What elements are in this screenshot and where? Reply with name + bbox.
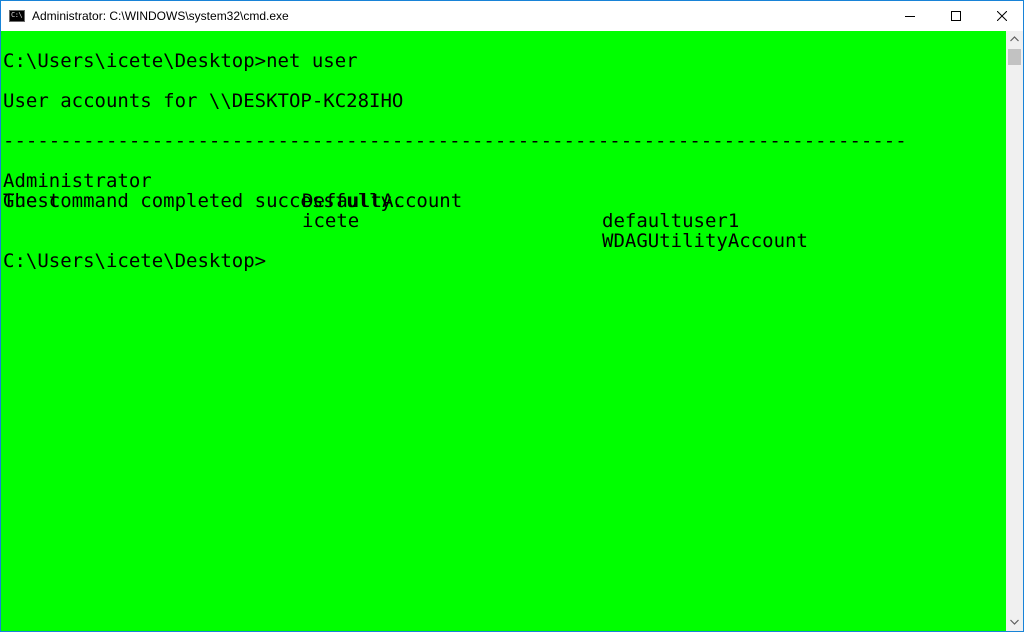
close-button[interactable] <box>979 1 1024 31</box>
command-line: C:\Users\icete\Desktop>net user <box>3 50 358 72</box>
console-output[interactable]: C:\Users\icete\Desktop>net user User acc… <box>1 31 1006 631</box>
maximize-button[interactable] <box>933 1 979 31</box>
title-bar[interactable]: C:\ Administrator: C:\WINDOWS\system32\c… <box>1 1 1023 31</box>
minimize-button[interactable] <box>887 1 933 31</box>
vertical-scrollbar[interactable] <box>1006 31 1023 631</box>
scroll-down-button[interactable] <box>1006 614 1023 631</box>
account-name: icete <box>302 210 360 232</box>
account-name: defaultuser1 <box>602 210 740 232</box>
cmd-icon[interactable]: C:\ <box>9 10 25 22</box>
scroll-up-button[interactable] <box>1006 31 1023 48</box>
current-prompt: C:\Users\icete\Desktop> <box>3 250 267 272</box>
cmd-icon-text: C:\ <box>11 11 23 19</box>
result-message: The command completed successfully. <box>3 190 404 212</box>
account-name: WDAGUtilityAccount <box>602 230 808 252</box>
cmd-window: C:\ Administrator: C:\WINDOWS\system32\c… <box>0 0 1024 632</box>
window-title: Administrator: C:\WINDOWS\system32\cmd.e… <box>32 9 289 23</box>
separator-line: ----------------------------------------… <box>3 130 907 152</box>
account-row: Administrator DefaultAccount defaultuser… <box>3 151 739 231</box>
close-icon <box>997 11 1007 21</box>
accounts-header: User accounts for \\DESKTOP-KC28IHO <box>3 90 404 112</box>
scrollbar-thumb[interactable] <box>1008 49 1021 65</box>
account-row: Guest icete WDAGUtilityAccount <box>3 171 808 251</box>
maximize-icon <box>951 11 961 21</box>
minimize-icon <box>905 16 915 17</box>
scroll-down-icon <box>1010 619 1019 625</box>
scroll-up-icon <box>1010 36 1019 42</box>
